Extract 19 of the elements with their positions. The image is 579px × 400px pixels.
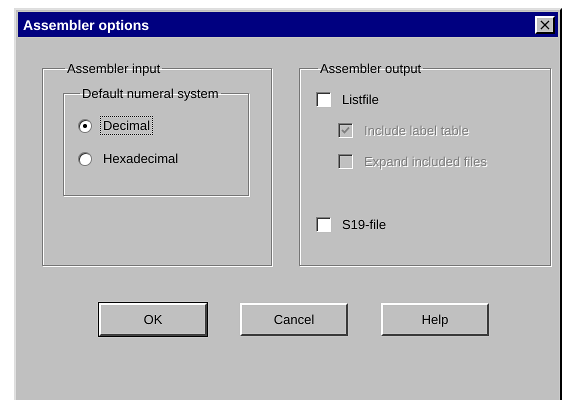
checkbox-label: Listfile [341, 91, 380, 109]
radio-button[interactable] [78, 118, 92, 132]
group-title: Assembler input [66, 61, 162, 76]
checkbox[interactable] [316, 92, 331, 107]
dialog-button[interactable]: OK [99, 303, 207, 336]
checkbox-label: Include label table [363, 122, 470, 140]
checkbox[interactable] [316, 217, 331, 232]
dialog-button[interactable]: Help [381, 303, 489, 336]
check-icon [341, 126, 350, 135]
dialog-button[interactable]: Cancel [240, 303, 348, 336]
radio-label: Hexadecimal [102, 150, 180, 168]
checkbox-label: Expand included files [363, 153, 488, 171]
close-button[interactable]: × [535, 16, 555, 34]
group-title: Assembler output [319, 61, 422, 76]
radio-label: Decimal [100, 116, 153, 135]
group-title: Default numeral system [81, 86, 220, 101]
checkbox-label: S19-file [341, 216, 388, 234]
window-title: Assembler options [23, 16, 150, 32]
radio-button[interactable] [78, 152, 92, 166]
